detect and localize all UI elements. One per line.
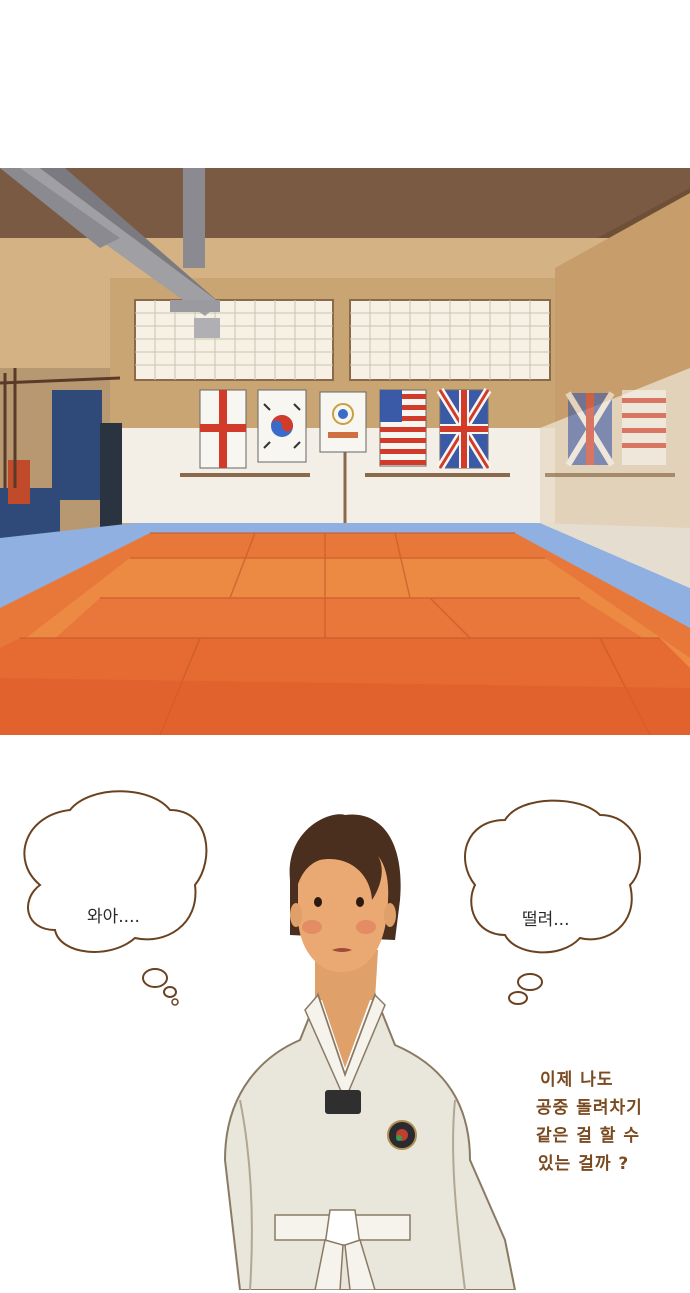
right-thought-bubble xyxy=(464,799,641,1005)
hair-bun xyxy=(344,816,372,840)
korea-flag xyxy=(257,389,307,463)
left-eye xyxy=(314,897,322,907)
usa-flag xyxy=(379,389,427,467)
kick-target xyxy=(8,460,30,504)
monologue-line-2: 공중 돌려차기 xyxy=(536,1098,643,1118)
taekwondo-emblem-banner xyxy=(319,391,367,453)
england-flag xyxy=(199,389,247,469)
monologue-line-4: 있는 걸까 ? xyxy=(538,1154,630,1174)
window-left xyxy=(134,299,334,381)
left-bubble-text: 와아.... xyxy=(87,907,140,927)
character xyxy=(223,814,517,1290)
collar-patch xyxy=(325,1090,361,1114)
uk-flag xyxy=(436,387,492,471)
monologue-line-3: 같은 걸 할 수 xyxy=(536,1126,640,1146)
right-bubble-text: 떨려... xyxy=(522,910,570,930)
dojang-panel xyxy=(0,168,690,735)
dojang-illustration xyxy=(0,168,690,735)
character-scene xyxy=(23,790,641,1290)
punching-pad xyxy=(52,390,102,500)
left-thought-bubble xyxy=(23,790,208,1006)
window-right xyxy=(349,299,551,381)
heavy-bag xyxy=(100,423,122,528)
inner-monologue: 이제 나도 공중 돌려차기 같은 걸 할 수 있는 걸까 ? xyxy=(536,1066,643,1178)
right-eye xyxy=(356,897,364,907)
monologue-line-1: 이제 나도 xyxy=(540,1070,614,1090)
